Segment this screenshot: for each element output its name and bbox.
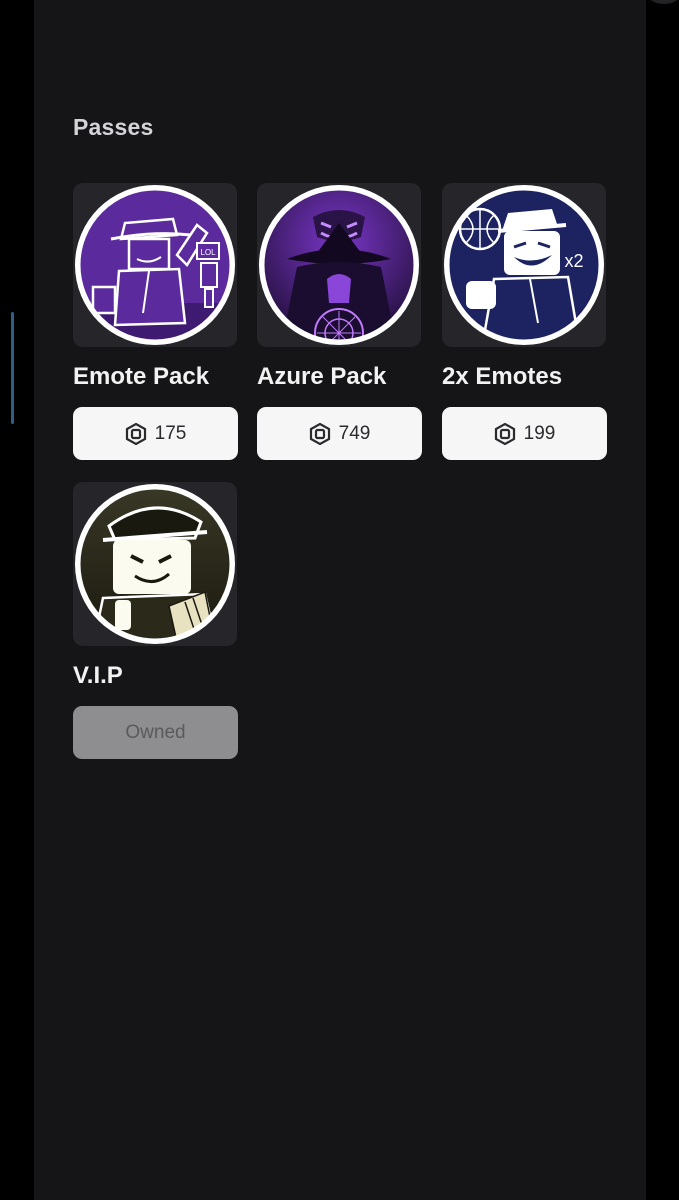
scroll-indicator[interactable] xyxy=(11,312,14,424)
price-label: 749 xyxy=(338,422,371,444)
double-emotes-thumbnail[interactable]: x2 xyxy=(442,183,606,347)
price-label: 199 xyxy=(523,422,556,444)
pass-name: Azure Pack xyxy=(257,363,387,390)
section-title: Passes xyxy=(73,114,154,140)
passes-panel: Passes LOL Emote Pack 175 Azure Pack 749… xyxy=(34,0,679,1200)
buy-button-azure-pack[interactable]: 749 xyxy=(257,407,422,460)
robux-icon xyxy=(309,422,330,445)
x2-mark-text: x2 xyxy=(564,251,583,271)
pass-card-vip: V.I.P Owned xyxy=(73,482,239,759)
vip-thumbnail[interactable] xyxy=(73,482,237,646)
robux-icon xyxy=(494,422,515,445)
pass-card-azure-pack: Azure Pack 749 xyxy=(257,183,423,460)
lol-sign-text: LOL xyxy=(200,248,216,257)
pass-name: Emote Pack xyxy=(73,363,210,390)
owned-button-vip: Owned xyxy=(73,706,238,759)
pass-name: 2x Emotes xyxy=(442,363,563,390)
pass-name: V.I.P xyxy=(73,662,123,689)
emote-pack-thumbnail[interactable]: LOL xyxy=(73,183,237,347)
price-label: 175 xyxy=(154,422,187,444)
robux-icon xyxy=(125,422,146,445)
close-button-edge[interactable] xyxy=(646,0,679,4)
azure-pack-thumbnail[interactable] xyxy=(257,183,421,347)
pass-card-2x-emotes: x2 2x Emotes 199 xyxy=(442,183,608,460)
pass-card-emote-pack: LOL Emote Pack 175 xyxy=(73,183,239,460)
buy-button-2x-emotes[interactable]: 199 xyxy=(442,407,607,460)
screen: Passes LOL Emote Pack 175 Azure Pack 749… xyxy=(0,0,679,1200)
buy-button-emote-pack[interactable]: 175 xyxy=(73,407,238,460)
